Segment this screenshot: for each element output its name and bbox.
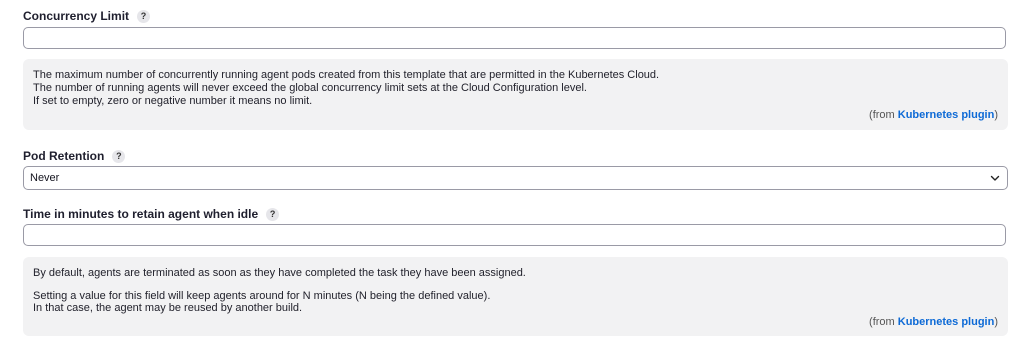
idle-info-line-1: By default, agents are terminated as soo… [33, 267, 526, 279]
idle-time-label: Time in minutes to retain agent when idl… [23, 207, 259, 221]
concurrency-info-line-2: The number of running agents will never … [33, 82, 587, 94]
concurrency-limit-label: Concurrency Limit [23, 9, 130, 23]
idle-time-input[interactable] [23, 224, 1006, 246]
pod-retention-select[interactable]: Never [23, 166, 1008, 190]
plugin-attribution: (from Kubernetes plugin) [869, 316, 998, 329]
concurrency-limit-input[interactable] [23, 27, 1006, 49]
concurrency-info-line-1: The maximum number of concurrently runni… [33, 69, 660, 81]
pod-retention-label-row: Pod Retention ? [23, 149, 126, 163]
attribution-prefix: (from [869, 316, 898, 328]
chevron-down-icon [990, 175, 1000, 181]
concurrency-limit-help-icon[interactable]: ? [137, 9, 151, 23]
idle-time-help-panel: By default, agents are terminated as soo… [23, 257, 1008, 336]
idle-time-label-row: Time in minutes to retain agent when idl… [23, 207, 280, 221]
pod-retention-label: Pod Retention [23, 149, 105, 163]
attribution-suffix: ) [994, 316, 998, 328]
pod-retention-selected-value: Never [30, 172, 60, 184]
concurrency-limit-label-row: Concurrency Limit ? [23, 9, 151, 23]
pod-retention-help-icon[interactable]: ? [112, 149, 126, 163]
plugin-attribution: (from Kubernetes plugin) [869, 109, 998, 122]
concurrency-info-line-3: If set to empty, zero or negative number… [33, 95, 313, 107]
kubernetes-plugin-link[interactable]: Kubernetes plugin [898, 316, 995, 328]
idle-info-line-3: In that case, the agent may be reused by… [33, 302, 303, 314]
attribution-prefix: (from [869, 109, 898, 121]
kubernetes-plugin-link[interactable]: Kubernetes plugin [898, 109, 995, 121]
attribution-suffix: ) [994, 109, 998, 121]
idle-time-help-icon[interactable]: ? [266, 207, 280, 221]
concurrency-limit-help-panel: The maximum number of concurrently runni… [23, 59, 1008, 130]
